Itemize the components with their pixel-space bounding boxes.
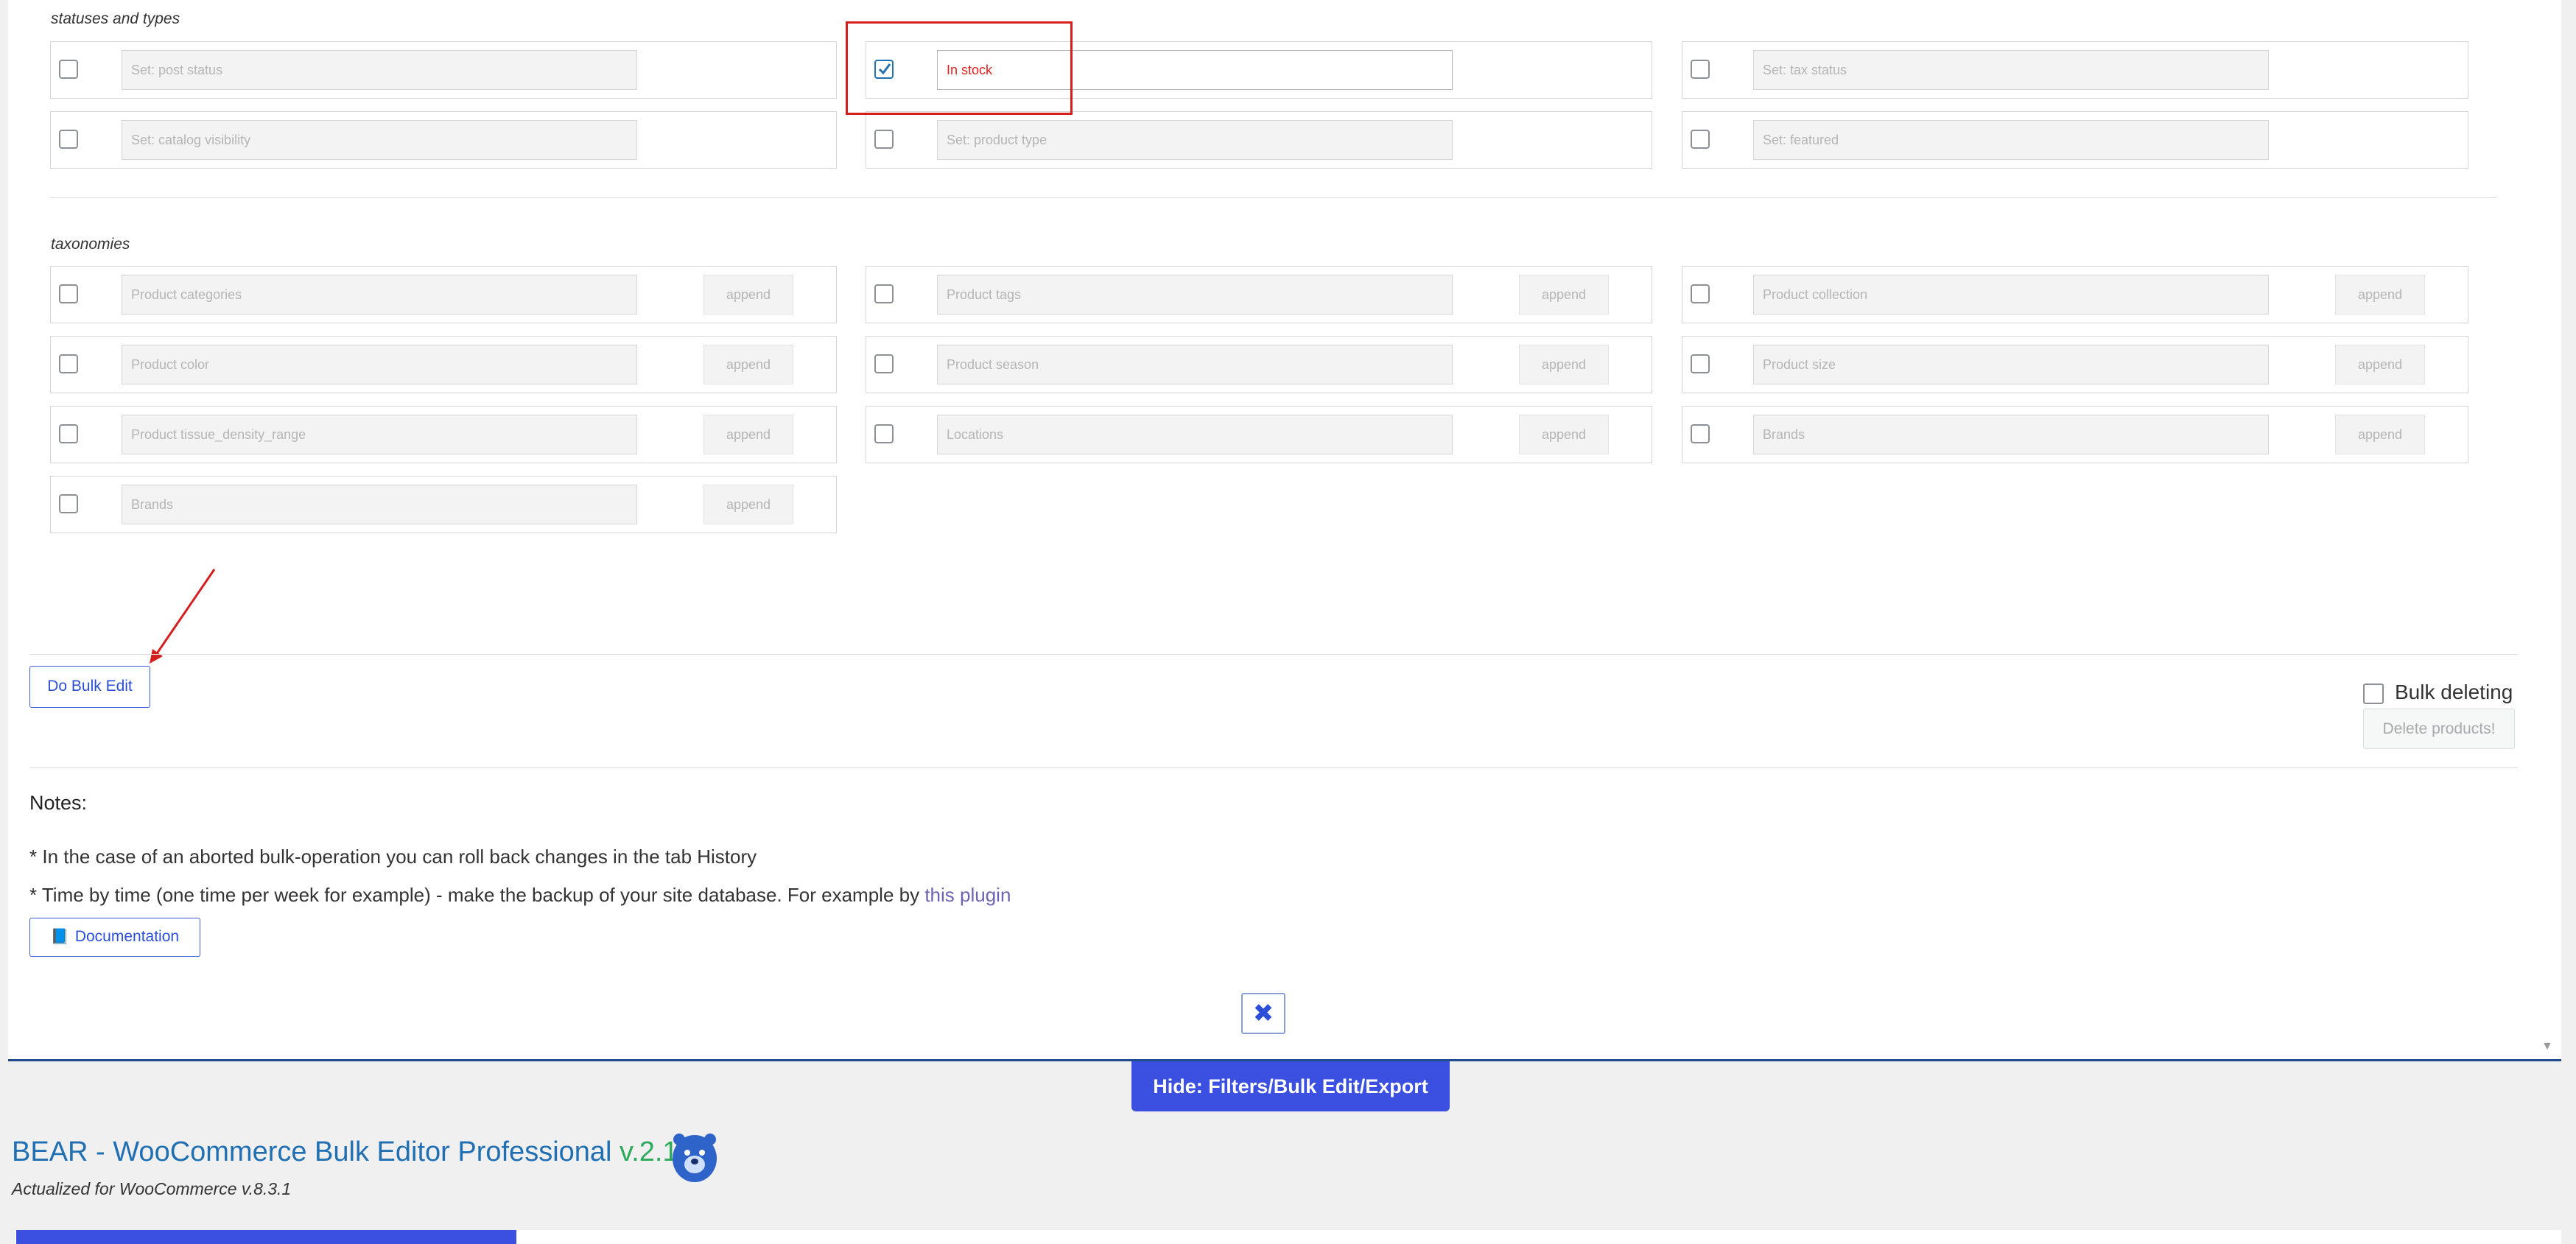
taxonomy-box: Product tags append — [866, 266, 1652, 323]
product-type-checkbox[interactable] — [874, 130, 894, 149]
append-select[interactable]: append — [2335, 345, 2425, 384]
hide-filters-button[interactable]: Hide: Filters/Bulk Edit/Export — [1131, 1061, 1450, 1111]
bear-logo-icon — [673, 1134, 717, 1182]
append-select[interactable]: append — [2335, 275, 2425, 314]
taxonomy-box: Brands append — [1682, 406, 2468, 463]
tax-status-checkbox[interactable] — [1691, 60, 1710, 79]
append-select[interactable]: append — [703, 485, 793, 524]
append-select[interactable]: append — [703, 345, 793, 384]
taxonomy-checkbox[interactable] — [1691, 284, 1710, 303]
delete-products-button[interactable]: Delete products! — [2363, 709, 2515, 749]
catalog-visibility-select[interactable]: Set: catalog visibility — [122, 120, 637, 160]
section-title-taxonomies: taxonomies — [51, 236, 130, 253]
product-tissue-density-input[interactable]: Product tissue_density_range — [122, 415, 637, 454]
post-status-select[interactable]: Set: post status — [122, 50, 637, 90]
documentation-label: Documentation — [74, 928, 180, 945]
book-icon: 📘 — [50, 929, 69, 945]
note-line-2-text: * Time by time (one time per week for ex… — [29, 884, 925, 906]
taxonomy-box: Product color append — [50, 336, 837, 393]
active-tab[interactable] — [16, 1230, 516, 1244]
bulk-deleting-checkbox[interactable] — [2363, 684, 2384, 704]
taxonomy-checkbox[interactable] — [1691, 354, 1710, 373]
product-collection-input[interactable]: Product collection — [1753, 275, 2269, 314]
taxonomy-checkbox[interactable] — [874, 284, 894, 303]
status-post-checkbox[interactable] — [59, 60, 78, 79]
taxonomy-box: Product tissue_density_range append — [50, 406, 837, 463]
do-bulk-edit-button[interactable]: Do Bulk Edit — [29, 666, 150, 708]
annotation-arrow — [150, 569, 216, 664]
divider — [29, 767, 2518, 768]
append-select[interactable]: append — [1519, 345, 1609, 384]
catalog-visibility-box: Set: catalog visibility — [50, 111, 837, 169]
tax-status-box: Set: tax status — [1682, 41, 2468, 99]
taxonomy-checkbox[interactable] — [59, 284, 78, 303]
product-type-select[interactable]: Set: product type — [937, 120, 1453, 160]
taxonomy-box: Product categories append — [50, 266, 837, 323]
section-title-statuses: statuses and types — [51, 10, 180, 27]
append-select[interactable]: append — [703, 415, 793, 454]
append-select[interactable]: append — [1519, 415, 1609, 454]
backup-plugin-link[interactable]: this plugin — [924, 884, 1011, 906]
taxonomy-checkbox[interactable] — [874, 424, 894, 443]
actualized-text: Actualized for WooCommerce v.8.3.1 — [12, 1179, 292, 1198]
close-icon[interactable]: ✖ — [1241, 993, 1285, 1034]
taxonomy-box: Brands append — [50, 476, 837, 533]
taxonomy-checkbox[interactable] — [59, 424, 78, 443]
app-title: BEAR - WooCommerce Bulk Editor Professio… — [12, 1136, 701, 1168]
append-select[interactable]: append — [1519, 275, 1609, 314]
featured-select[interactable]: Set: featured — [1753, 120, 2269, 160]
taxonomy-checkbox[interactable] — [59, 494, 78, 513]
note-line-2: * Time by time (one time per week for ex… — [29, 884, 1011, 907]
product-color-input[interactable]: Product color — [122, 345, 637, 384]
locations-input[interactable]: Locations — [937, 415, 1453, 454]
featured-box: Set: featured — [1682, 111, 2468, 169]
bulk-deleting-label: Bulk deleting — [2395, 681, 2513, 703]
brands-input[interactable]: Brands — [1753, 415, 2269, 454]
scroll-down-icon[interactable]: ▼ — [2541, 1040, 2553, 1053]
product-tags-input[interactable]: Product tags — [937, 275, 1453, 314]
product-type-box: Set: product type — [866, 111, 1652, 169]
notes-title: Notes: — [29, 792, 88, 814]
catalog-visibility-checkbox[interactable] — [59, 130, 78, 149]
brands-input[interactable]: Brands — [122, 485, 637, 524]
taxonomy-checkbox[interactable] — [874, 354, 894, 373]
annotation-highlight-box — [846, 21, 1073, 115]
taxonomy-box: Product collection append — [1682, 266, 2468, 323]
app-name: BEAR - WooCommerce Bulk Editor Professio… — [12, 1136, 612, 1167]
taxonomy-checkbox[interactable] — [59, 354, 78, 373]
taxonomy-checkbox[interactable] — [1691, 424, 1710, 443]
taxonomy-box: Product size append — [1682, 336, 2468, 393]
taxonomy-box: Product season append — [866, 336, 1652, 393]
product-season-input[interactable]: Product season — [937, 345, 1453, 384]
status-post-box: Set: post status — [50, 41, 837, 99]
product-categories-input[interactable]: Product categories — [122, 275, 637, 314]
note-line-1: * In the case of an aborted bulk-operati… — [29, 846, 757, 868]
append-select[interactable]: append — [703, 275, 793, 314]
append-select[interactable]: append — [2335, 415, 2425, 454]
section-divider — [50, 197, 2497, 198]
divider — [29, 654, 2518, 655]
documentation-button[interactable]: 📘 Documentation — [29, 918, 200, 957]
taxonomy-box: Locations append — [866, 406, 1652, 463]
tax-status-select[interactable]: Set: tax status — [1753, 50, 2269, 90]
featured-checkbox[interactable] — [1691, 130, 1710, 149]
product-size-input[interactable]: Product size — [1753, 345, 2269, 384]
